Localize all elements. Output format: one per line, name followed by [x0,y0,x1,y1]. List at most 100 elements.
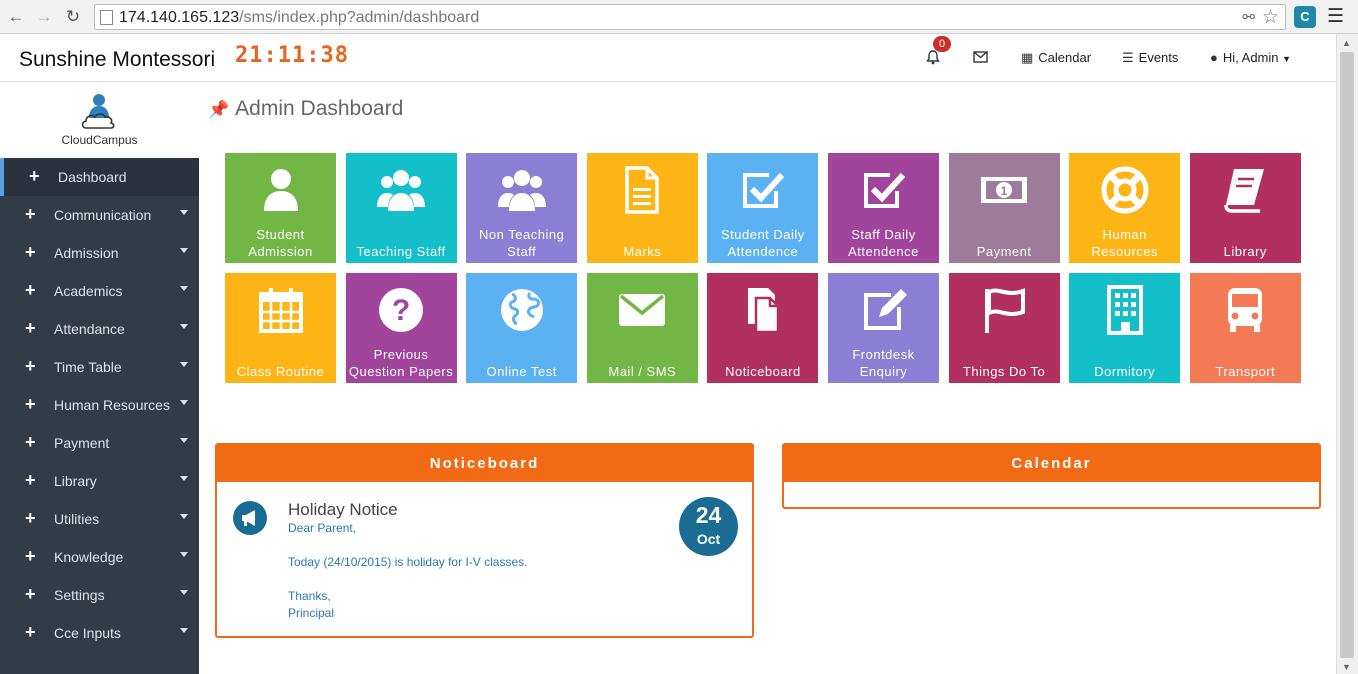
tile-noticeboard[interactable]: Noticeboard [707,273,819,383]
sidebar-item-dashboard[interactable]: + Dashboard [0,158,199,196]
tile-marks[interactable]: Marks [586,153,698,263]
tile-label: Class Routine [236,364,325,379]
tile-mail-sms[interactable]: Mail / SMS [586,273,698,383]
sidebar-item-utilities[interactable]: + Utilities [0,500,199,538]
app-header: Sunshine Montessori 21:11:38 0 ▦ Calendar… [0,34,1336,82]
logo[interactable]: CloudCampus [0,82,199,158]
school-name: Sunshine Montessori [19,48,216,71]
tile-transport[interactable]: Transport [1189,273,1301,383]
tile-library[interactable]: Library [1189,153,1301,263]
notice-date-badge: 24 Oct [679,497,738,556]
address-bar[interactable]: 174.140.165.123/sms/index.php?admin/dash… [94,4,1286,30]
page-scrollbar[interactable]: ▲ ▼ [1336,34,1358,674]
tile-frontdesk-enquiry[interactable]: Frontdesk Enquiry [828,273,939,383]
key-icon[interactable]: ⚯ [1242,8,1255,26]
sidebar-item-cce-inputs[interactable]: + Cce Inputs [0,614,199,652]
tile-staff-daily-attendence[interactable]: Staff Daily Attendence [828,153,939,263]
sidebar-item-payment[interactable]: + Payment [0,424,199,462]
tile-class-routine[interactable]: Class Routine [225,273,336,383]
back-icon[interactable]: ← [6,7,26,27]
checkbox-icon [828,165,939,217]
sidebar-item-human-resources[interactable]: + Human Resources [0,386,199,424]
notice-line: Thanks, [288,589,331,603]
cloudcampus-logo-icon [81,94,115,129]
tile-dormitory[interactable]: Dormitory [1069,273,1181,383]
events-link[interactable]: ☰ Events [1122,50,1178,66]
scroll-down-icon[interactable]: ▼ [1342,662,1351,672]
reload-icon[interactable]: ↻ [63,7,83,27]
plus-icon: + [25,356,36,376]
tile-label: Marks [623,244,662,259]
sidebar-item-communication[interactable]: + Communication [0,196,199,234]
caret-down-icon [180,590,188,595]
extension-icon[interactable]: C [1294,6,1316,28]
sidebar-item-attendance[interactable]: + Attendance [0,310,199,348]
calendar-link-label: Calendar [1038,50,1092,65]
bookmark-star-icon[interactable]: ☆ [1262,6,1279,29]
sidebar-item-academics[interactable]: + Academics [0,272,199,310]
tile-student-admission[interactable]: Student Admission [225,153,336,263]
scroll-up-icon[interactable]: ▲ [1342,38,1351,48]
calendar-icon: ▦ [1021,50,1034,65]
pin-icon: 📌 [208,100,230,119]
tile-human-resources[interactable]: Human Resources [1069,153,1181,263]
user-icon [225,165,336,217]
sidebar-item-settings[interactable]: + Settings [0,576,199,614]
plus-icon: + [25,508,36,528]
notice-title[interactable]: Holiday Notice [288,500,398,520]
browser-toolbar: ← → ↻ 174.140.165.123/sms/index.php?admi… [0,0,1358,34]
sidebar-item-label: Communication [54,207,152,223]
sidebar-item-library[interactable]: + Library [0,462,199,500]
caret-down-icon [180,438,188,443]
tile-label: Student Admission [248,227,313,259]
caret-down-icon [180,210,188,215]
edit-icon [828,285,939,337]
sidebar-item-label: Admission [54,245,119,261]
tile-label: Previous Question Papers [348,347,454,379]
page-title-text: Admin Dashboard [235,97,404,120]
tile-teaching-staff[interactable]: Teaching Staff [345,153,457,263]
sidebar-item-time-table[interactable]: + Time Table [0,348,199,386]
question-icon: ? [346,285,457,337]
tile-label: Staff Daily Attendence [848,227,919,259]
caret-down-icon [180,514,188,519]
caret-down-icon [180,476,188,481]
caret-down-icon [180,628,188,633]
tile-online-test[interactable]: Online Test [466,273,578,383]
sidebar-item-label: Attendance [54,321,125,337]
sidebar-item-knowledge[interactable]: + Knowledge [0,538,199,576]
forward-icon[interactable]: → [34,7,54,27]
tile-label: Non Teaching Staff [479,227,565,259]
files-icon [707,285,818,337]
megaphone-icon [233,501,267,535]
plus-icon: + [25,394,36,414]
user-icon: ● [1210,50,1218,65]
plus-icon: + [25,204,36,224]
sidebar-item-admission[interactable]: + Admission [0,234,199,272]
tile-things-do-to[interactable]: Things Do To [948,273,1060,383]
tile-payment[interactable]: 1 Payment [948,153,1060,263]
list-icon: ☰ [1122,50,1134,65]
notice-line: Today (24/10/2015) is holiday for I-V cl… [288,555,528,569]
bell-icon[interactable] [926,50,940,68]
browser-menu-icon[interactable]: ☰ [1327,7,1344,27]
tile-student-daily-attendence[interactable]: Student Daily Attendence [707,153,819,263]
envelope-icon[interactable] [973,50,988,66]
notice-line: Principal [288,606,335,620]
tile-non-teaching-staff[interactable]: Non Teaching Staff [466,153,578,263]
tile-previous-question-papers[interactable]: ? Previous Question Papers [345,273,457,383]
flag-icon [949,285,1060,337]
sidebar-item-label: Academics [54,283,123,299]
notice-line: Dear Parent, [288,521,357,535]
caret-down-icon [180,248,188,253]
lifebuoy-icon [1069,165,1180,217]
globe-icon [466,285,577,337]
scroll-thumb[interactable] [1340,52,1354,658]
group-icon [466,165,577,217]
svg-text:?: ? [392,294,410,327]
sidebar: + Dashboard + Communication + Admission + Acade… [0,158,199,674]
caret-down-icon [180,324,188,329]
page-title: 📌 Admin Dashboard [208,97,403,121]
user-menu[interactable]: ● Hi, Admin ▼ [1210,50,1291,65]
calendar-link[interactable]: ▦ Calendar [1021,50,1091,66]
